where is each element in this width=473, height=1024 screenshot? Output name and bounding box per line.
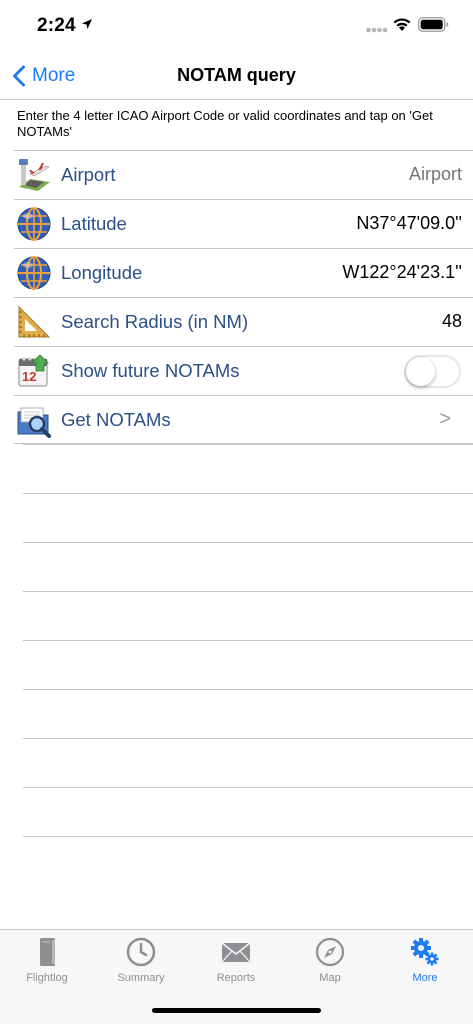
latitude-value[interactable]: N37°47'09.0''	[356, 213, 462, 234]
tab-flightlog-label: Flightlog	[26, 972, 68, 984]
signal-dots-icon	[366, 27, 388, 33]
tab-reports-label: Reports	[216, 972, 256, 984]
calendar-icon: 12	[18, 354, 49, 387]
empty-row	[23, 640, 473, 689]
svg-text:12: 12	[22, 369, 36, 384]
compass-icon	[315, 937, 345, 967]
globe-icon	[17, 256, 51, 290]
empty-row	[23, 689, 473, 738]
airport-input[interactable]	[262, 164, 462, 185]
tab-flightlog[interactable]: Flightlog	[0, 930, 94, 990]
page-title: NOTAM query	[177, 65, 296, 85]
tab-map[interactable]: Map	[283, 930, 377, 990]
tab-map-label: Map	[319, 972, 341, 984]
get-notams-label: Get NOTAMs	[61, 409, 171, 430]
status-bar: 2:24	[0, 0, 473, 50]
wifi-icon	[393, 18, 411, 31]
tab-summary-label: Summary	[117, 972, 165, 984]
clock-icon	[126, 937, 156, 967]
book-icon	[40, 938, 55, 966]
search-folder-icon	[17, 407, 51, 438]
show-future-notams-toggle[interactable]	[404, 355, 461, 388]
envelope-icon	[221, 942, 251, 963]
tab-summary[interactable]: Summary	[94, 930, 188, 990]
navigation-bar: More NOTAM query	[0, 50, 473, 100]
battery-icon	[418, 17, 449, 32]
tab-reports[interactable]: Reports	[189, 930, 283, 990]
longitude-label: Longitude	[61, 262, 143, 283]
globe-icon	[17, 207, 51, 241]
empty-row	[23, 836, 473, 885]
ruler-triangle-icon	[18, 305, 51, 338]
search-radius-value[interactable]: 48	[442, 311, 462, 332]
longitude-value[interactable]: W122°24'23.1''	[342, 262, 462, 283]
get-notams-row[interactable]: Get NOTAMs >	[14, 395, 473, 444]
location-arrow-icon	[82, 19, 92, 29]
empty-row	[23, 542, 473, 591]
home-indicator[interactable]	[152, 1008, 321, 1013]
status-time: 2:24	[37, 15, 76, 36]
search-radius-row[interactable]: Search Radius (in NM) 48	[14, 297, 473, 346]
empty-row	[23, 493, 473, 542]
search-radius-label: Search Radius (in NM)	[61, 311, 249, 332]
longitude-row[interactable]: Longitude W122°24'23.1''	[14, 248, 473, 297]
show-future-notams-row: 12 Show future NOTAMs	[14, 346, 473, 395]
airport-row[interactable]: Airport	[14, 150, 473, 199]
gears-icon	[411, 938, 439, 966]
latitude-row[interactable]: Latitude N37°47'09.0''	[14, 199, 473, 248]
toggle-knob	[406, 357, 435, 386]
airport-label: Airport	[61, 164, 116, 185]
show-future-notams-label: Show future NOTAMs	[61, 360, 240, 381]
empty-row	[23, 444, 473, 493]
airport-icon	[19, 159, 50, 191]
notam-form-table: Airport Latitude N37°47'09.0'' Longitude…	[0, 150, 473, 444]
empty-row	[23, 787, 473, 836]
latitude-label: Latitude	[61, 213, 127, 234]
tab-more[interactable]: More	[378, 930, 472, 990]
empty-table-lines	[23, 444, 473, 885]
chevron-right-icon: >	[439, 408, 451, 430]
empty-row	[23, 591, 473, 640]
instructions-text: Enter the 4 letter ICAO Airport Code or …	[17, 108, 433, 139]
empty-row	[23, 738, 473, 787]
tab-more-label: More	[412, 972, 438, 984]
